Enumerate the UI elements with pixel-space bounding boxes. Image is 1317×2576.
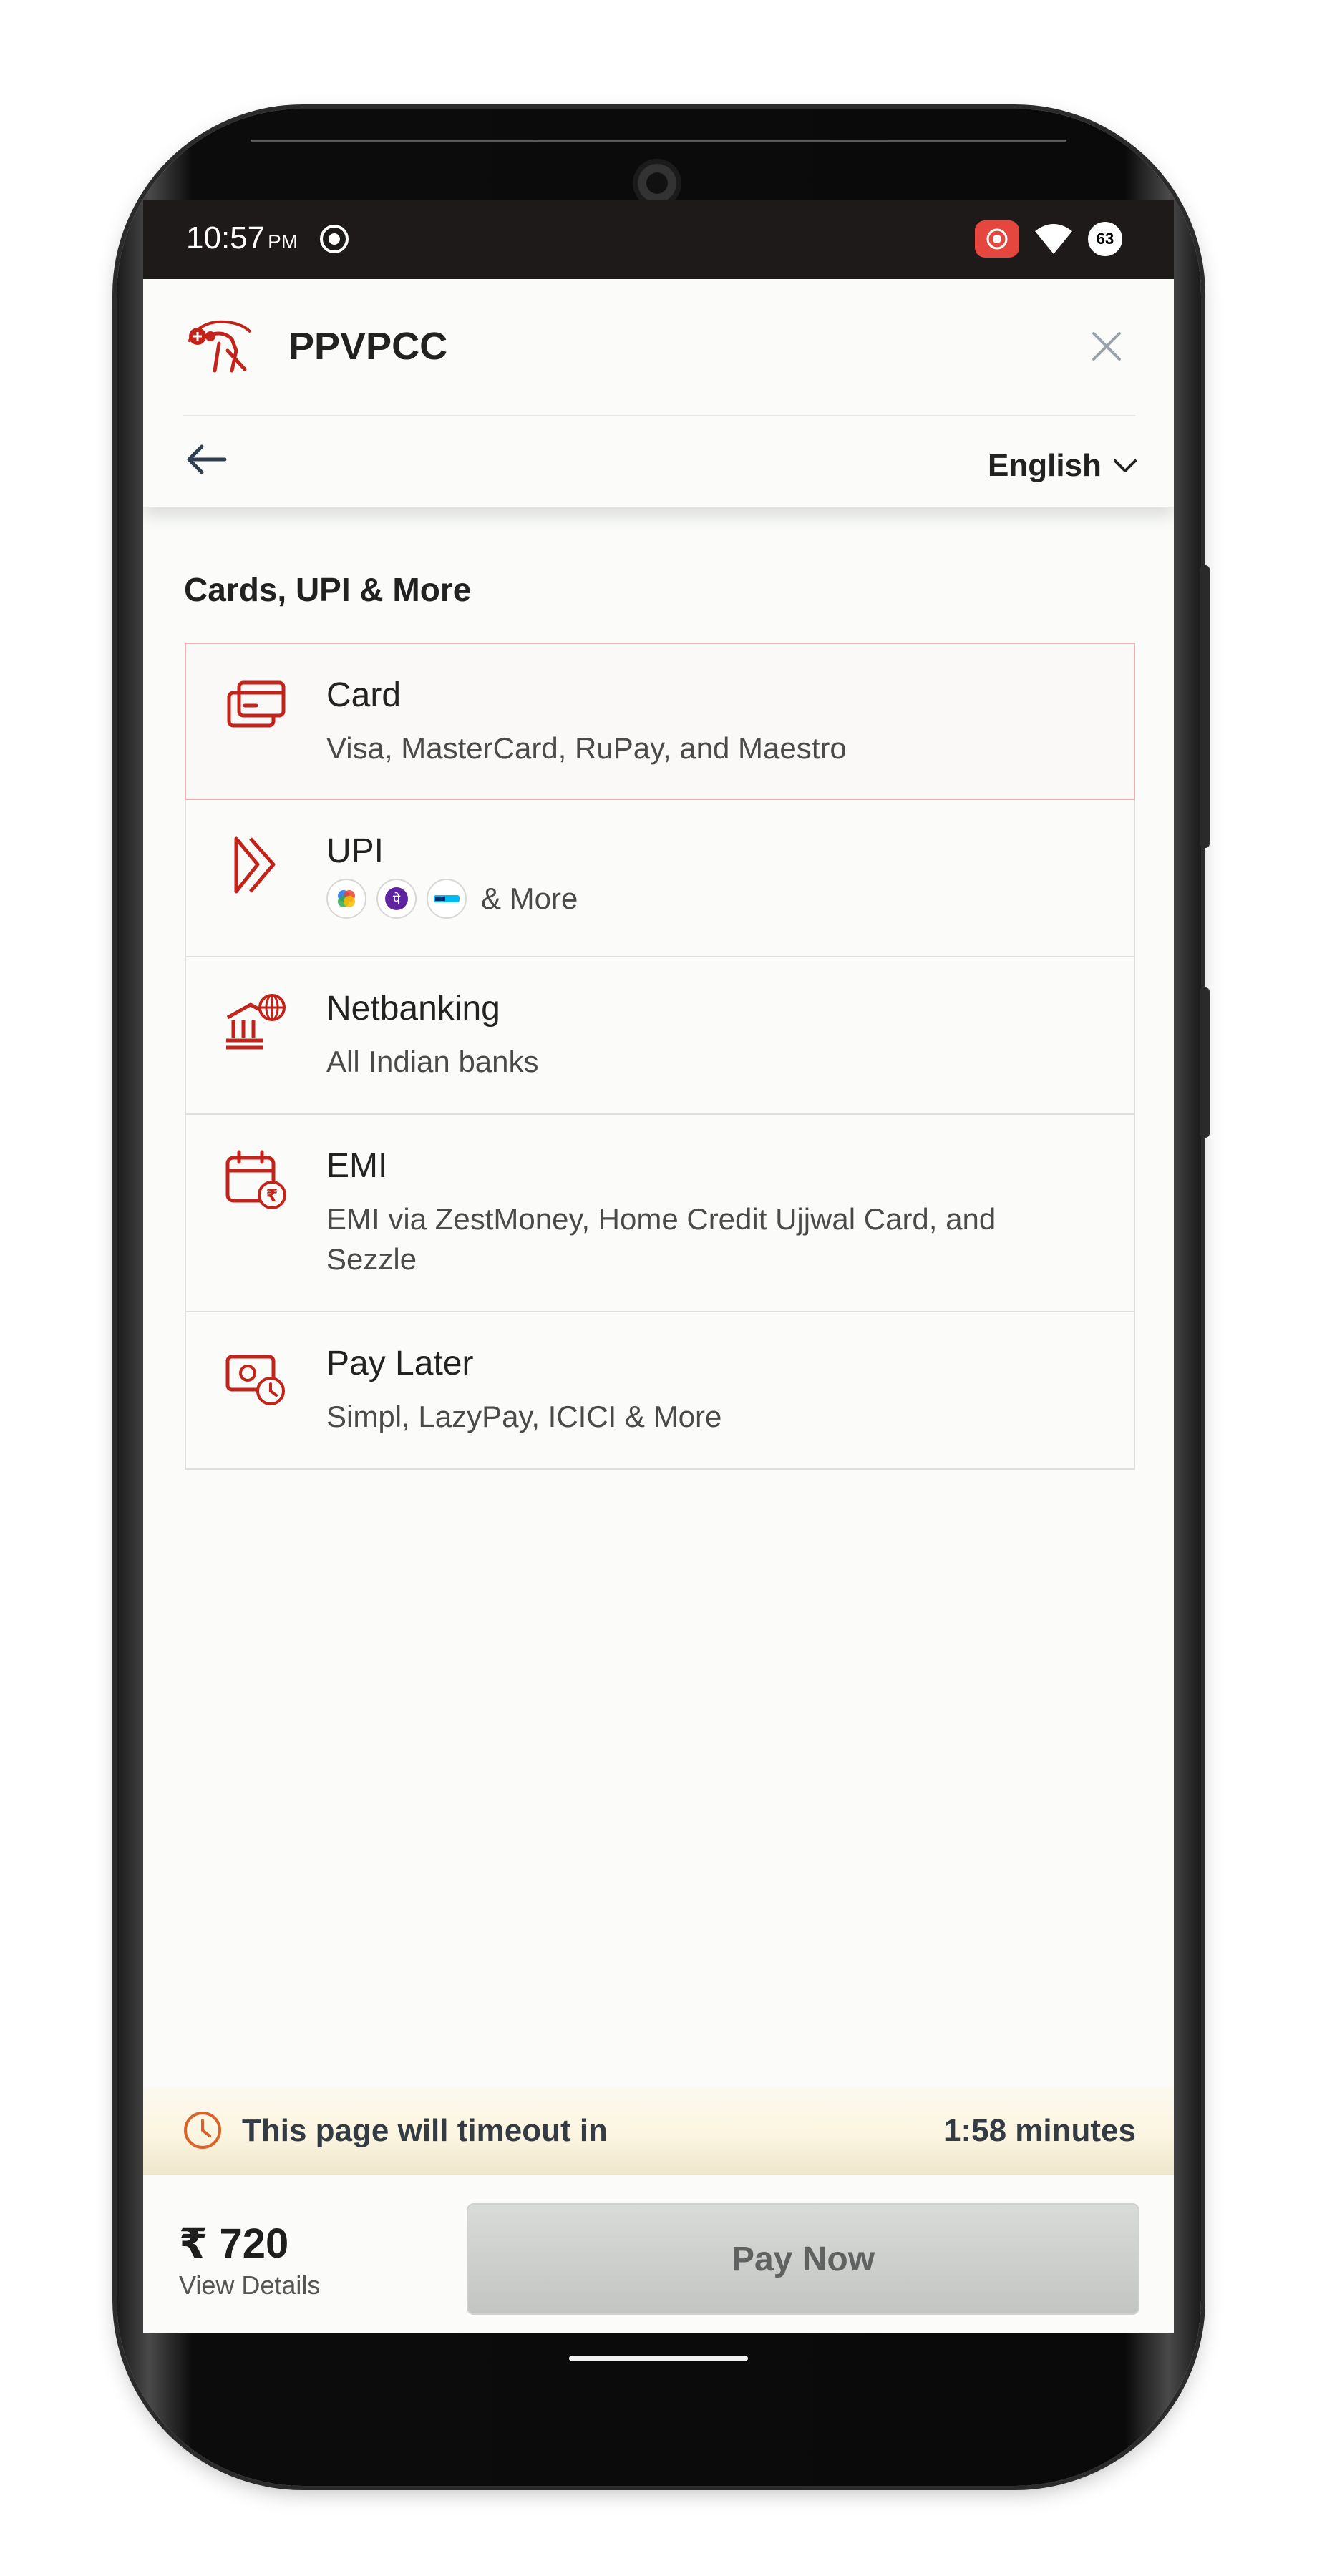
method-title: UPI bbox=[326, 832, 384, 870]
method-title: Pay Later bbox=[326, 1345, 474, 1382]
checkout-footer: ₹ 720 View Details Pay Now bbox=[143, 2175, 1174, 2333]
view-details-link[interactable]: View Details bbox=[179, 2270, 320, 2301]
method-description: Simpl, LazyPay, ICICI & More bbox=[326, 1400, 722, 1433]
method-title: Card bbox=[326, 676, 402, 714]
wifi-icon bbox=[1035, 224, 1072, 254]
battery-level: 63 bbox=[1096, 230, 1114, 248]
pay-now-button[interactable]: Pay Now bbox=[467, 2203, 1139, 2315]
section-title: Cards, UPI & More bbox=[184, 571, 472, 608]
volume-button bbox=[1200, 987, 1210, 1138]
screen: 10:57 PM 63 PPVPCC English Cards, UPI & … bbox=[143, 200, 1174, 2333]
home-indicator[interactable] bbox=[569, 2356, 748, 2361]
checkout-header: PPVPCC English bbox=[143, 279, 1174, 507]
paytm-icon bbox=[427, 879, 467, 919]
back-arrow-icon[interactable] bbox=[183, 442, 229, 477]
google-pay-icon bbox=[326, 879, 366, 919]
method-title: EMI bbox=[326, 1147, 388, 1185]
record-icon bbox=[320, 225, 349, 253]
method-title: Netbanking bbox=[326, 990, 500, 1028]
language-select[interactable]: English bbox=[988, 448, 1137, 484]
merchant-logo bbox=[188, 320, 252, 373]
timeout-text: This page will timeout in bbox=[242, 2113, 608, 2148]
status-bar: 10:57 PM 63 bbox=[143, 200, 1174, 279]
clock-icon bbox=[184, 2112, 221, 2149]
status-ampm: PM bbox=[268, 230, 298, 253]
pay-later-icon bbox=[225, 1355, 285, 1405]
language-label: English bbox=[988, 448, 1102, 483]
method-description: Visa, MasterCard, RuPay, and Maestro bbox=[326, 731, 847, 765]
header-divider bbox=[183, 415, 1135, 416]
cast-icon bbox=[975, 220, 1019, 258]
merchant-name: PPVPCC bbox=[288, 325, 448, 368]
upi-more-text: & More bbox=[481, 882, 578, 915]
payment-methods-list: Card Visa, MasterCard, RuPay, and Maestr… bbox=[185, 643, 1135, 1470]
bank-icon bbox=[226, 994, 286, 1050]
power-button bbox=[1200, 565, 1210, 848]
close-icon[interactable] bbox=[1088, 328, 1125, 365]
phonepe-icon: पे bbox=[376, 879, 417, 919]
method-emi[interactable]: ₹ EMI EMI via ZestMoney, Home Credit Ujj… bbox=[185, 1115, 1135, 1312]
method-pay-later[interactable]: Pay Later Simpl, LazyPay, ICICI & More bbox=[185, 1312, 1135, 1470]
status-time: 10:57 PM bbox=[186, 220, 298, 256]
svg-text:₹: ₹ bbox=[266, 1186, 278, 1206]
card-icon bbox=[227, 680, 286, 728]
svg-text:पे: पे bbox=[393, 892, 401, 907]
battery-icon: 63 bbox=[1088, 222, 1122, 256]
upi-apps: पे & More bbox=[326, 879, 578, 919]
timeout-banner: This page will timeout in 1:58 minutes bbox=[143, 2086, 1174, 2175]
method-card[interactable]: Card Visa, MasterCard, RuPay, and Maestr… bbox=[185, 643, 1135, 800]
method-description: All Indian banks bbox=[326, 1045, 539, 1078]
method-upi[interactable]: UPI पे & More bbox=[185, 800, 1135, 957]
status-time-value: 10:57 bbox=[186, 220, 266, 255]
phone-top-edge bbox=[251, 140, 1066, 142]
upi-icon bbox=[234, 836, 276, 894]
emi-calendar-icon: ₹ bbox=[225, 1150, 286, 1209]
chevron-down-icon bbox=[1113, 459, 1137, 472]
status-icons: 63 bbox=[975, 220, 1122, 258]
amount: ₹ 720 bbox=[179, 2220, 289, 2267]
method-description: EMI via ZestMoney, Home Credit Ujjwal Ca… bbox=[326, 1202, 996, 1276]
method-netbanking[interactable]: Netbanking All Indian banks bbox=[185, 957, 1135, 1115]
navigation-bar bbox=[143, 2333, 1174, 2440]
timeout-value: 1:58 minutes bbox=[943, 2113, 1136, 2148]
